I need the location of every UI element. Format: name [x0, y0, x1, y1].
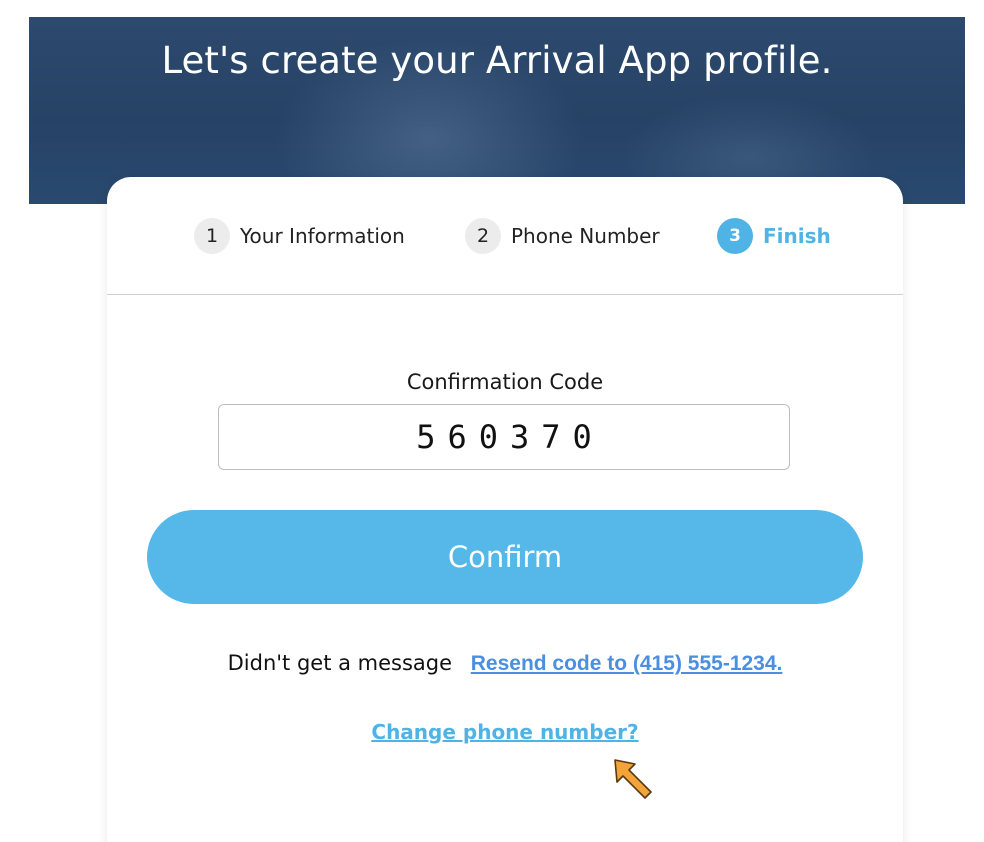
step-label: Your Information — [240, 224, 405, 248]
page-title: Let's create your Arrival App profile. — [161, 39, 833, 82]
step-number: 2 — [465, 218, 501, 254]
resend-row: Didn't get a message Resend code to (415… — [107, 651, 903, 676]
hero-background-texture — [39, 117, 48, 150]
step-your-information: 1 Your Information — [194, 217, 405, 255]
step-label: Phone Number — [511, 224, 660, 248]
confirm-button[interactable]: Confirm — [147, 510, 863, 604]
resend-code-link[interactable]: Resend code to (415) 555-1234. — [471, 652, 783, 675]
hero-banner: Let's create your Arrival App profile. — [29, 17, 965, 204]
change-phone-number-link[interactable]: Change phone number? — [107, 720, 903, 744]
confirmation-code-input[interactable] — [218, 404, 790, 470]
step-number: 3 — [717, 218, 753, 254]
stepper: 1 Your Information 2 Phone Number 3 Fini… — [107, 217, 903, 255]
pointer-arrow-icon — [614, 759, 652, 799]
step-phone-number: 2 Phone Number — [465, 217, 660, 255]
step-number: 1 — [194, 218, 230, 254]
stepper-divider — [107, 294, 903, 295]
step-finish: 3 Finish — [717, 217, 831, 255]
resend-prompt: Didn't get a message — [227, 651, 453, 675]
step-label: Finish — [763, 224, 831, 248]
confirmation-code-label: Confirmation Code — [406, 370, 604, 394]
signup-card: 1 Your Information 2 Phone Number 3 Fini… — [107, 177, 903, 842]
